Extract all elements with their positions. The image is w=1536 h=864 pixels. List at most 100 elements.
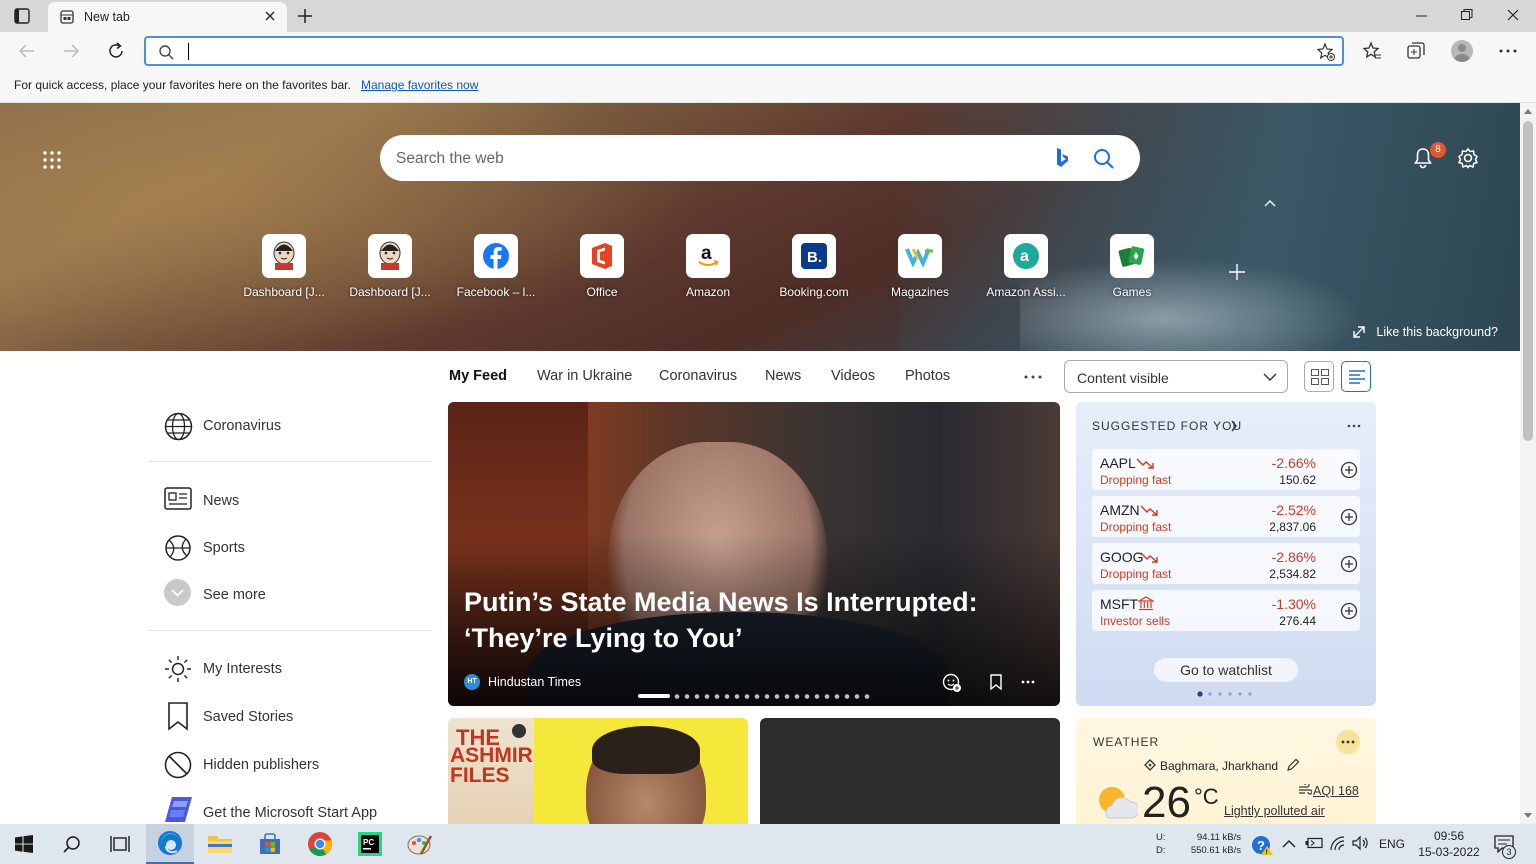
address-bar[interactable] bbox=[144, 36, 1344, 66]
add-to-watchlist-icon[interactable] bbox=[1340, 555, 1358, 573]
quick-link-office[interactable]: Office bbox=[552, 234, 652, 299]
taskbar-edge[interactable] bbox=[146, 824, 194, 864]
close-tab-icon[interactable] bbox=[264, 10, 276, 22]
like-background-link[interactable]: Like this background? bbox=[1353, 325, 1498, 339]
quick-link-amazon-assistant[interactable]: a Amazon Assi... bbox=[976, 234, 1076, 299]
weather-card[interactable]: WEATHER Baghmara, Jharkhand 26 °C AQI 16… bbox=[1076, 718, 1376, 828]
more-tabs-icon[interactable] bbox=[1024, 375, 1042, 379]
content-visibility-select[interactable]: Content visible bbox=[1064, 360, 1288, 393]
tab-photos[interactable]: Photos bbox=[905, 368, 950, 384]
carousel-dot[interactable] bbox=[774, 694, 780, 699]
quick-link-facebook[interactable]: Facebook – l... bbox=[446, 234, 546, 299]
tab-videos[interactable]: Videos bbox=[831, 368, 875, 384]
battery-icon[interactable] bbox=[1305, 837, 1323, 849]
collections-icon[interactable] bbox=[1406, 41, 1426, 61]
restore-icon[interactable] bbox=[1461, 9, 1473, 21]
scroll-up-arrow-icon[interactable] bbox=[1524, 108, 1532, 114]
carousel-dots[interactable] bbox=[674, 694, 874, 699]
quick-link-booking[interactable]: B. Booking.com bbox=[764, 234, 864, 299]
air-quality-text[interactable]: Lightly polluted air bbox=[1224, 804, 1325, 818]
quick-link-games[interactable]: Games bbox=[1082, 234, 1182, 299]
taskbar-chrome[interactable] bbox=[296, 824, 344, 864]
profile-avatar[interactable] bbox=[1451, 40, 1473, 62]
stock-row-goog[interactable]: GOOG Dropping fast -2.86% 2,534.82 bbox=[1092, 543, 1360, 584]
web-search-box[interactable]: Search the web bbox=[380, 135, 1140, 181]
forward-arrow-icon[interactable] bbox=[62, 42, 80, 60]
carousel-dot[interactable] bbox=[724, 694, 730, 699]
wifi-icon[interactable] bbox=[1329, 835, 1347, 851]
stock-row-aapl[interactable]: AAPL Dropping fast -2.66% 150.62 bbox=[1092, 449, 1360, 490]
stock-row-msft[interactable]: MSFT Investor sells -1.30% 276.44 bbox=[1092, 590, 1360, 631]
add-to-watchlist-icon[interactable] bbox=[1340, 461, 1358, 479]
back-arrow-icon[interactable] bbox=[18, 42, 36, 60]
carousel-dot[interactable] bbox=[844, 694, 850, 699]
edit-pencil-icon[interactable] bbox=[1286, 758, 1300, 772]
tab-coronavirus[interactable]: Coronavirus bbox=[659, 368, 737, 384]
carousel-dot[interactable] bbox=[744, 694, 750, 699]
taskbar-file-explorer[interactable] bbox=[196, 824, 244, 864]
scroll-down-arrow-icon[interactable] bbox=[1524, 813, 1532, 819]
new-tab-plus-icon[interactable] bbox=[297, 8, 313, 24]
carousel-dot[interactable] bbox=[854, 694, 860, 699]
carousel-dot[interactable] bbox=[834, 694, 840, 699]
stocks-more-icon[interactable] bbox=[1347, 424, 1361, 428]
input-language[interactable]: ENG bbox=[1379, 837, 1405, 851]
quick-link-dashboard-2[interactable]: Dashboard [J... bbox=[340, 234, 440, 299]
tab-war-in-ukraine[interactable]: War in Ukraine bbox=[537, 368, 632, 384]
carousel-dot[interactable] bbox=[814, 694, 820, 699]
grid-layout-button[interactable] bbox=[1304, 361, 1334, 392]
tab-actions-icon[interactable] bbox=[14, 8, 30, 24]
carousel-dot[interactable] bbox=[714, 694, 720, 699]
manage-favorites-link[interactable]: Manage favorites now bbox=[361, 78, 478, 92]
more-options-icon[interactable] bbox=[1021, 680, 1035, 684]
taskbar-store[interactable] bbox=[246, 824, 294, 864]
carousel-dot[interactable] bbox=[864, 694, 870, 699]
start-button[interactable] bbox=[0, 824, 48, 864]
settings-more-icon[interactable] bbox=[1498, 49, 1518, 53]
quick-link-dashboard-1[interactable]: Dashboard [J... bbox=[234, 234, 334, 299]
minimize-icon[interactable] bbox=[1416, 10, 1428, 22]
tab-my-feed[interactable]: My Feed bbox=[449, 368, 507, 384]
story-source[interactable]: Hindustan Times bbox=[488, 675, 581, 689]
taskbar-search-button[interactable] bbox=[48, 824, 96, 864]
carousel-dot[interactable] bbox=[804, 694, 810, 699]
help-icon[interactable]: ?! bbox=[1251, 834, 1275, 856]
tab-new-tab[interactable]: New tab bbox=[48, 2, 287, 32]
carousel-dot[interactable] bbox=[674, 694, 680, 699]
go-to-watchlist-button[interactable]: Go to watchlist bbox=[1154, 658, 1298, 682]
carousel-dot[interactable] bbox=[784, 694, 790, 699]
scrollbar-thumb[interactable] bbox=[1523, 121, 1533, 441]
carousel-dot[interactable] bbox=[794, 694, 800, 699]
add-to-watchlist-icon[interactable] bbox=[1340, 602, 1358, 620]
apps-launcher-icon[interactable] bbox=[43, 151, 61, 169]
chevron-right-icon[interactable] bbox=[1230, 420, 1238, 432]
taskbar-pycharm[interactable]: PC bbox=[346, 824, 394, 864]
carousel-active-dot[interactable] bbox=[638, 694, 670, 698]
bing-logo-icon[interactable] bbox=[1054, 147, 1070, 169]
favorites-icon[interactable] bbox=[1362, 41, 1382, 61]
video-card[interactable] bbox=[760, 718, 1060, 824]
main-story-card[interactable]: Putin’s State Media News Is Interrupted:… bbox=[448, 402, 1060, 706]
taskbar-paint[interactable] bbox=[396, 824, 444, 864]
reaction-icon[interactable] bbox=[942, 673, 962, 693]
aqi-value[interactable]: AQI 168 bbox=[1313, 784, 1359, 798]
add-to-watchlist-icon[interactable] bbox=[1340, 508, 1358, 526]
weather-more-icon[interactable] bbox=[1336, 730, 1360, 754]
save-bookmark-icon[interactable] bbox=[990, 674, 1002, 690]
show-hidden-icons-chevron-icon[interactable] bbox=[1282, 839, 1296, 848]
story-card-thumbnail[interactable]: THE ASHMIR FILES bbox=[448, 718, 748, 824]
clock[interactable]: 09:56 15-03-2022 bbox=[1411, 828, 1487, 860]
quick-link-amazon[interactable]: a Amazon bbox=[658, 234, 758, 299]
stocks-pagination-dots[interactable] bbox=[1197, 691, 1257, 697]
stocks-title[interactable]: SUGGESTED FOR YOU bbox=[1092, 419, 1242, 433]
quick-link-magazines[interactable]: Magazines bbox=[870, 234, 970, 299]
volume-icon[interactable] bbox=[1352, 835, 1370, 851]
carousel-dot[interactable] bbox=[734, 694, 740, 699]
list-layout-button[interactable] bbox=[1341, 361, 1371, 392]
refresh-icon[interactable] bbox=[107, 42, 125, 60]
tab-news[interactable]: News bbox=[765, 368, 801, 384]
carousel-dot[interactable] bbox=[754, 694, 760, 699]
carousel-dot[interactable] bbox=[684, 694, 690, 699]
story-headline[interactable]: Putin’s State Media News Is Interrupted:… bbox=[464, 584, 1024, 656]
stock-row-amzn[interactable]: AMZN Dropping fast -2.52% 2,837.06 bbox=[1092, 496, 1360, 537]
